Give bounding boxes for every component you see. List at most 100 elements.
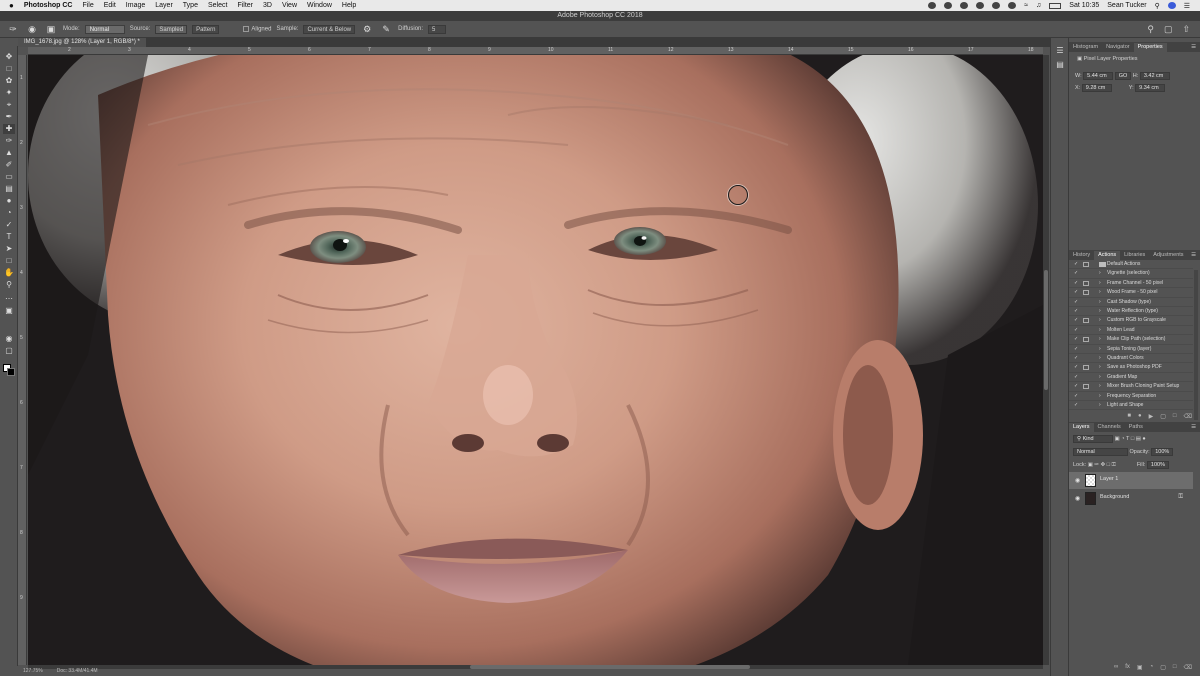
action-item[interactable]: ✓ › Molten Lead xyxy=(1069,326,1193,336)
fx-icon[interactable]: fx xyxy=(1125,664,1130,670)
action-item[interactable]: ✓ › Wood Frame - 50 pixel xyxy=(1069,288,1193,298)
filter-pixel-icon[interactable]: ▣ xyxy=(1115,436,1120,442)
tab-actions[interactable]: Actions xyxy=(1094,251,1121,260)
action-item[interactable]: ✓ › Quadrant Colors xyxy=(1069,354,1193,364)
menu-help[interactable]: Help xyxy=(342,2,356,9)
status-icon[interactable] xyxy=(992,2,1001,9)
x-field[interactable]: 9.28 cm xyxy=(1081,84,1112,92)
filter-type-icon[interactable]: T xyxy=(1126,436,1129,442)
menu-select[interactable]: Select xyxy=(208,2,227,9)
layer-row[interactable]: ◉ Background ⚿ xyxy=(1069,490,1193,507)
expand-arrow-icon[interactable]: › xyxy=(1099,363,1101,372)
expand-arrow-icon[interactable]: › xyxy=(1099,335,1101,344)
app-menu[interactable]: Photoshop CC xyxy=(24,2,73,9)
ruler-vertical[interactable]: 1 2 3 4 5 6 7 8 9 xyxy=(18,55,27,665)
status-icon[interactable] xyxy=(976,2,985,9)
dialog-toggle-icon[interactable] xyxy=(1083,384,1089,390)
layer-row[interactable]: ◉ Layer 1 xyxy=(1069,472,1193,489)
blend-mode-select[interactable]: Normal xyxy=(1073,448,1128,456)
menu-type[interactable]: Type xyxy=(183,2,198,9)
tab-properties[interactable]: Properties xyxy=(1133,43,1167,52)
diffusion-input[interactable]: 5 xyxy=(428,24,447,34)
record-icon[interactable]: ● xyxy=(1138,413,1142,419)
brush-tool-icon[interactable]: ✑ xyxy=(3,136,15,146)
menu-layer[interactable]: Layer xyxy=(155,2,173,9)
mode-select[interactable]: Normal xyxy=(84,24,125,34)
filter-toggle-icon[interactable]: ● xyxy=(1142,436,1145,442)
expand-arrow-icon[interactable]: › xyxy=(1099,392,1101,401)
panel-menu-icon[interactable]: ☰ xyxy=(1191,43,1196,52)
toggle-check-icon[interactable]: ✓ xyxy=(1074,392,1078,401)
tab-libraries[interactable]: Libraries xyxy=(1120,251,1149,260)
panel-toggle-icon[interactable]: ☰ xyxy=(1054,46,1066,56)
dialog-toggle-icon[interactable] xyxy=(1083,280,1089,286)
toggle-check-icon[interactable]: ✓ xyxy=(1074,345,1078,354)
action-item[interactable]: ✓ › Save as Photoshop PDF xyxy=(1069,363,1193,373)
lasso-tool-icon[interactable]: ✿ xyxy=(3,76,15,86)
doc-size[interactable]: Doc: 33.4M/41.4M xyxy=(57,668,98,674)
delete-icon[interactable]: ⌫ xyxy=(1184,413,1192,420)
menu-edit[interactable]: Edit xyxy=(104,2,116,9)
move-tool-icon[interactable]: ✥ xyxy=(3,52,15,62)
menu-image[interactable]: Image xyxy=(126,2,145,9)
brush-size-icon[interactable]: ◉ xyxy=(25,23,39,35)
horizontal-scroll-thumb[interactable] xyxy=(470,665,750,669)
visibility-eye-icon[interactable]: ◉ xyxy=(1075,495,1080,502)
history-brush-tool-icon[interactable]: ✐ xyxy=(3,160,15,170)
lock-all-icon[interactable]: ⚿ xyxy=(1112,462,1116,468)
vertical-scroll-thumb[interactable] xyxy=(1044,270,1048,390)
document-canvas[interactable] xyxy=(28,55,1043,665)
search-icon[interactable]: ⚲ xyxy=(1147,24,1154,35)
toggle-check-icon[interactable]: ✓ xyxy=(1074,260,1078,269)
tab-histogram[interactable]: Histogram xyxy=(1069,43,1102,52)
expand-arrow-icon[interactable]: › xyxy=(1099,354,1101,363)
expand-arrow-icon[interactable]: › xyxy=(1099,307,1101,316)
dialog-toggle-icon[interactable] xyxy=(1083,262,1089,267)
healing-brush-tool-icon[interactable]: ✑ xyxy=(6,23,20,35)
toggle-check-icon[interactable]: ✓ xyxy=(1074,335,1078,344)
link-layers-icon[interactable]: ∞ xyxy=(1114,664,1118,670)
zoom-level[interactable]: 127.75% xyxy=(23,668,43,674)
toggle-check-icon[interactable]: ✓ xyxy=(1074,354,1078,363)
delete-layer-icon[interactable]: ⌫ xyxy=(1184,664,1192,671)
tab-navigator[interactable]: Navigator xyxy=(1102,43,1134,52)
toggle-check-icon[interactable]: ✓ xyxy=(1074,307,1078,316)
path-selection-tool-icon[interactable]: ➤ xyxy=(3,244,15,254)
blur-tool-icon[interactable]: ● xyxy=(3,196,15,206)
toggle-check-icon[interactable]: ✓ xyxy=(1074,316,1078,325)
status-icon[interactable] xyxy=(1008,2,1017,9)
tab-layers[interactable]: Layers xyxy=(1069,423,1094,432)
action-item[interactable]: ✓ › Gradient Map xyxy=(1069,373,1193,383)
expand-arrow-icon[interactable]: › xyxy=(1099,373,1101,382)
healing-brush-tool-icon[interactable]: ✚ xyxy=(3,124,15,134)
type-tool-icon[interactable]: T xyxy=(3,232,15,242)
adjustment-layer-icon[interactable]: ◔ xyxy=(1150,664,1154,670)
toggle-check-icon[interactable]: ✓ xyxy=(1074,288,1078,297)
apple-icon[interactable]: ● xyxy=(9,1,14,10)
toggle-check-icon[interactable]: ✓ xyxy=(1074,363,1078,372)
workspace-icon[interactable]: ▢ xyxy=(1164,24,1173,35)
wifi-icon[interactable]: ≈ xyxy=(1024,2,1028,9)
hand-tool-icon[interactable]: ✋ xyxy=(3,268,15,278)
dialog-toggle-icon[interactable] xyxy=(1083,318,1089,324)
menu-file[interactable]: File xyxy=(82,2,93,9)
actions-scrollbar[interactable] xyxy=(1194,270,1198,420)
document-tab[interactable]: IMG_1678.jpg @ 128% (Layer 1, RGB/8*) * xyxy=(18,38,146,47)
expand-arrow-icon[interactable]: › xyxy=(1099,316,1101,325)
expand-arrow-icon[interactable]: › xyxy=(1099,298,1101,307)
user-name[interactable]: Sean Tucker xyxy=(1107,2,1146,9)
sample-select[interactable]: Current & Below xyxy=(303,24,356,34)
toggle-check-icon[interactable]: ✓ xyxy=(1074,269,1078,278)
action-item[interactable]: ✓ › Light and Shape xyxy=(1069,401,1193,411)
menu-3d[interactable]: 3D xyxy=(263,2,272,9)
visibility-eye-icon[interactable]: ◉ xyxy=(1075,477,1080,484)
action-item[interactable]: ✓ › Mixer Brush Cloning Paint Setup xyxy=(1069,382,1193,392)
status-icon[interactable] xyxy=(944,2,953,9)
filter-shape-icon[interactable]: □ xyxy=(1131,436,1134,442)
tab-paths[interactable]: Paths xyxy=(1125,423,1147,432)
source-sampled-button[interactable]: Sampled xyxy=(155,24,188,34)
action-item[interactable]: ✓ Default Actions xyxy=(1069,260,1193,270)
add-mask-icon[interactable]: ▣ xyxy=(1137,664,1143,671)
gradient-tool-icon[interactable]: ▤ xyxy=(3,184,15,194)
history-panel-icon[interactable]: ▤ xyxy=(1054,60,1066,70)
